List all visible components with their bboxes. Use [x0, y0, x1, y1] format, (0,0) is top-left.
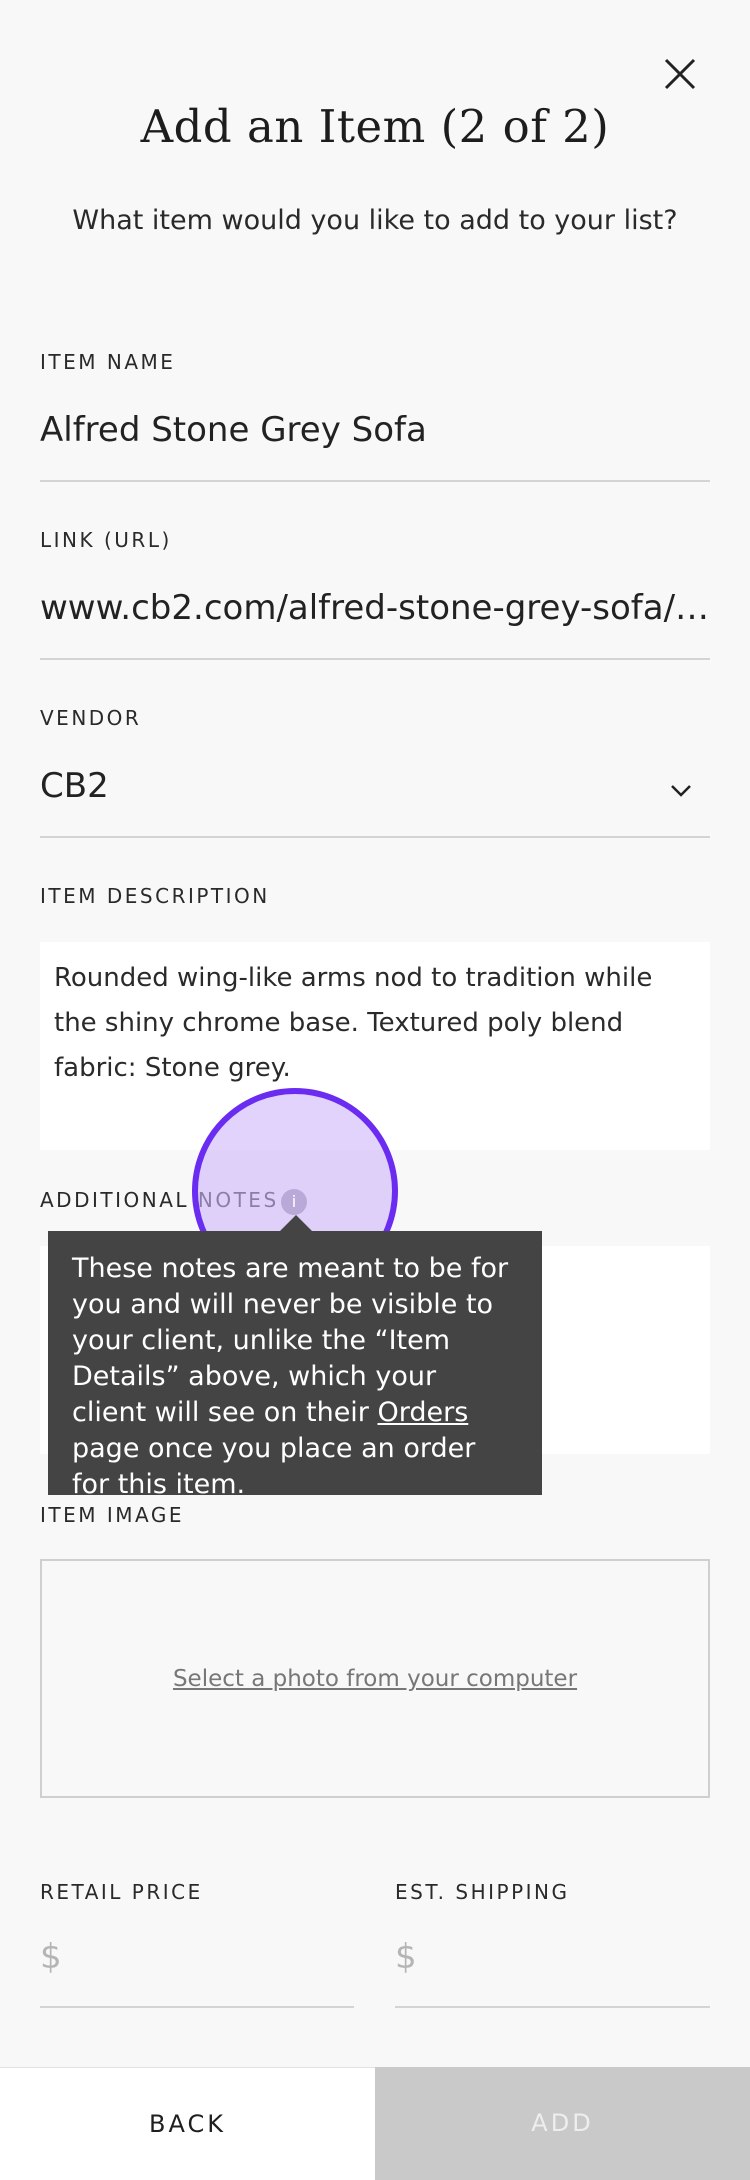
notes-tooltip: These notes are meant to be for you and …: [48, 1231, 542, 1500]
retail-price-input[interactable]: $: [40, 1937, 62, 1977]
item-name-input[interactable]: Alfred Stone Grey Sofa: [40, 410, 710, 450]
item-name-label: ITEM NAME: [40, 350, 176, 374]
est-shipping-input[interactable]: $: [395, 1937, 417, 1977]
description-textarea[interactable]: Rounded wing-like arms nod to tradition …: [40, 942, 710, 1150]
image-dropzone[interactable]: Select a photo from your computer: [40, 1559, 710, 1798]
back-button[interactable]: BACK: [0, 2067, 375, 2180]
est-shipping-label: EST. SHIPPING: [395, 1880, 570, 1904]
retail-price-label: RETAIL PRICE: [40, 1880, 203, 1904]
vendor-underline: [40, 836, 710, 838]
add-button[interactable]: ADD: [375, 2067, 750, 2180]
item-image-label: ITEM IMAGE: [40, 1503, 184, 1527]
retail-price-underline: [40, 2006, 354, 2008]
link-label: LINK (URL): [40, 528, 172, 552]
chevron-down-icon: [671, 785, 691, 797]
tooltip-text-after: page once you place an order for this it…: [72, 1433, 476, 1500]
select-photo-link[interactable]: Select a photo from your computer: [42, 1666, 708, 1692]
close-button[interactable]: [658, 52, 702, 96]
modal-subtitle: What item would you like to add to your …: [72, 205, 678, 236]
vendor-select[interactable]: CB2: [40, 760, 710, 820]
tooltip-arrow: [280, 1215, 312, 1231]
vendor-value: CB2: [40, 766, 109, 806]
item-name-underline: [40, 480, 710, 482]
description-label: ITEM DESCRIPTION: [40, 884, 270, 908]
orders-link[interactable]: Orders: [378, 1397, 469, 1428]
est-shipping-underline: [395, 2006, 710, 2008]
modal-title: Add an Item (2 of 2): [140, 100, 610, 153]
info-icon[interactable]: i: [281, 1189, 307, 1215]
link-underline: [40, 658, 710, 660]
link-input[interactable]: www.cb2.com/alfred-stone-grey-sofa/s…: [40, 588, 710, 628]
vendor-label: VENDOR: [40, 706, 142, 730]
close-icon: [664, 58, 696, 90]
